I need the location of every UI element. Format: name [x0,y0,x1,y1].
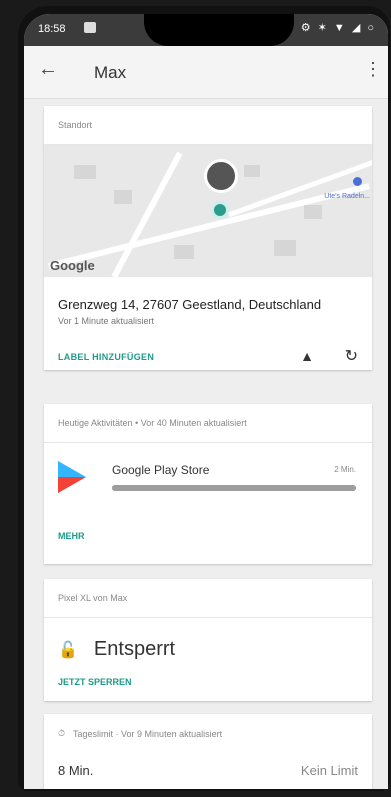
status-icons: ⚙ ✶ ▼ ◢ ○ [300,22,376,34]
limit-row[interactable]: 8 Min. Kein Limit [44,753,372,788]
poi-marker-icon [353,177,362,186]
lock-status-row: 🔓 Entsperrt [44,618,372,661]
app-bar: ← Max ⋮ [24,46,388,99]
device-card: Pixel XL von Max 🔓 Entsperrt JETZT SPERR… [44,579,372,701]
map-road [111,151,183,277]
device-header: Pixel XL von Max [44,579,372,618]
back-arrow-icon[interactable]: ← [38,58,58,81]
limit-card: ⏱ Tageslimit · Vor 9 Minuten aktualisier… [44,714,372,789]
refresh-icon[interactable]: ↻ [345,346,358,366]
usage-bar [112,485,356,491]
location-map[interactable]: Ute's Radeln... Google [44,145,372,277]
notification-icon [84,22,96,33]
screen: 18:58 ⚙ ✶ ▼ ◢ ○ ← Max ⋮ Standort Ute's R… [24,14,388,789]
limit-header: Tageslimit · Vor 9 Minuten aktualisiert [73,728,223,739]
activity-card: Heutige Aktivitäten • Vor 40 Minuten akt… [44,404,372,564]
app-name: Google Play Store [112,463,210,477]
google-watermark: Google [50,258,95,273]
map-building [74,165,96,179]
location-actions: LABEL HINZUFÜGEN ▲ ↻ [44,330,372,370]
poi-label: Ute's Radeln... [324,193,370,200]
add-label-button[interactable]: LABEL HINZUFÜGEN [58,352,154,362]
map-building [174,245,194,259]
location-card: Standort Ute's Radeln... Google Grenzweg… [44,106,372,370]
status-time: 18:58 [38,23,66,35]
page-title: Max [94,63,127,82]
navigate-icon[interactable]: ▲ [300,348,314,364]
more-button[interactable]: MEHR [44,523,372,555]
camera-notch [144,14,294,46]
map-building [274,240,296,256]
limit-value: Kein Limit [300,763,358,778]
usage-amount: 8 Min. [58,763,94,778]
status-bar: 18:58 ⚙ ✶ ▼ ◢ ○ [24,14,388,46]
map-building [304,205,322,219]
lock-status: Entsperrt [93,638,176,660]
app-usage-row[interactable]: Google Play Store 2 Min. [44,443,372,523]
usage-bar-fill [112,485,356,491]
unlock-icon: 🔓 [58,641,78,659]
activity-header: Heutige Aktivitäten • Vor 40 Minuten akt… [44,404,372,443]
location-updated: Vor 1 Minute aktualisiert [58,316,155,326]
address-text: Grenzweg 14, 27607 Geestland, Deutschlan… [58,297,322,312]
location-header: Standort [44,106,372,145]
avatar-pin[interactable] [204,159,238,193]
location-dot [211,201,229,219]
limit-header-row: ⏱ Tageslimit · Vor 9 Minuten aktualisier… [44,714,372,753]
map-building [114,190,132,204]
lock-now-button[interactable]: JETZT SPERREN [44,661,372,701]
app-usage-time: 2 Min. [334,465,356,474]
overflow-menu-icon[interactable]: ⋮ [364,59,382,80]
map-road [48,183,370,269]
timer-icon: ⏱ [58,728,66,738]
play-store-icon-accent [58,477,86,493]
map-building [244,165,260,177]
